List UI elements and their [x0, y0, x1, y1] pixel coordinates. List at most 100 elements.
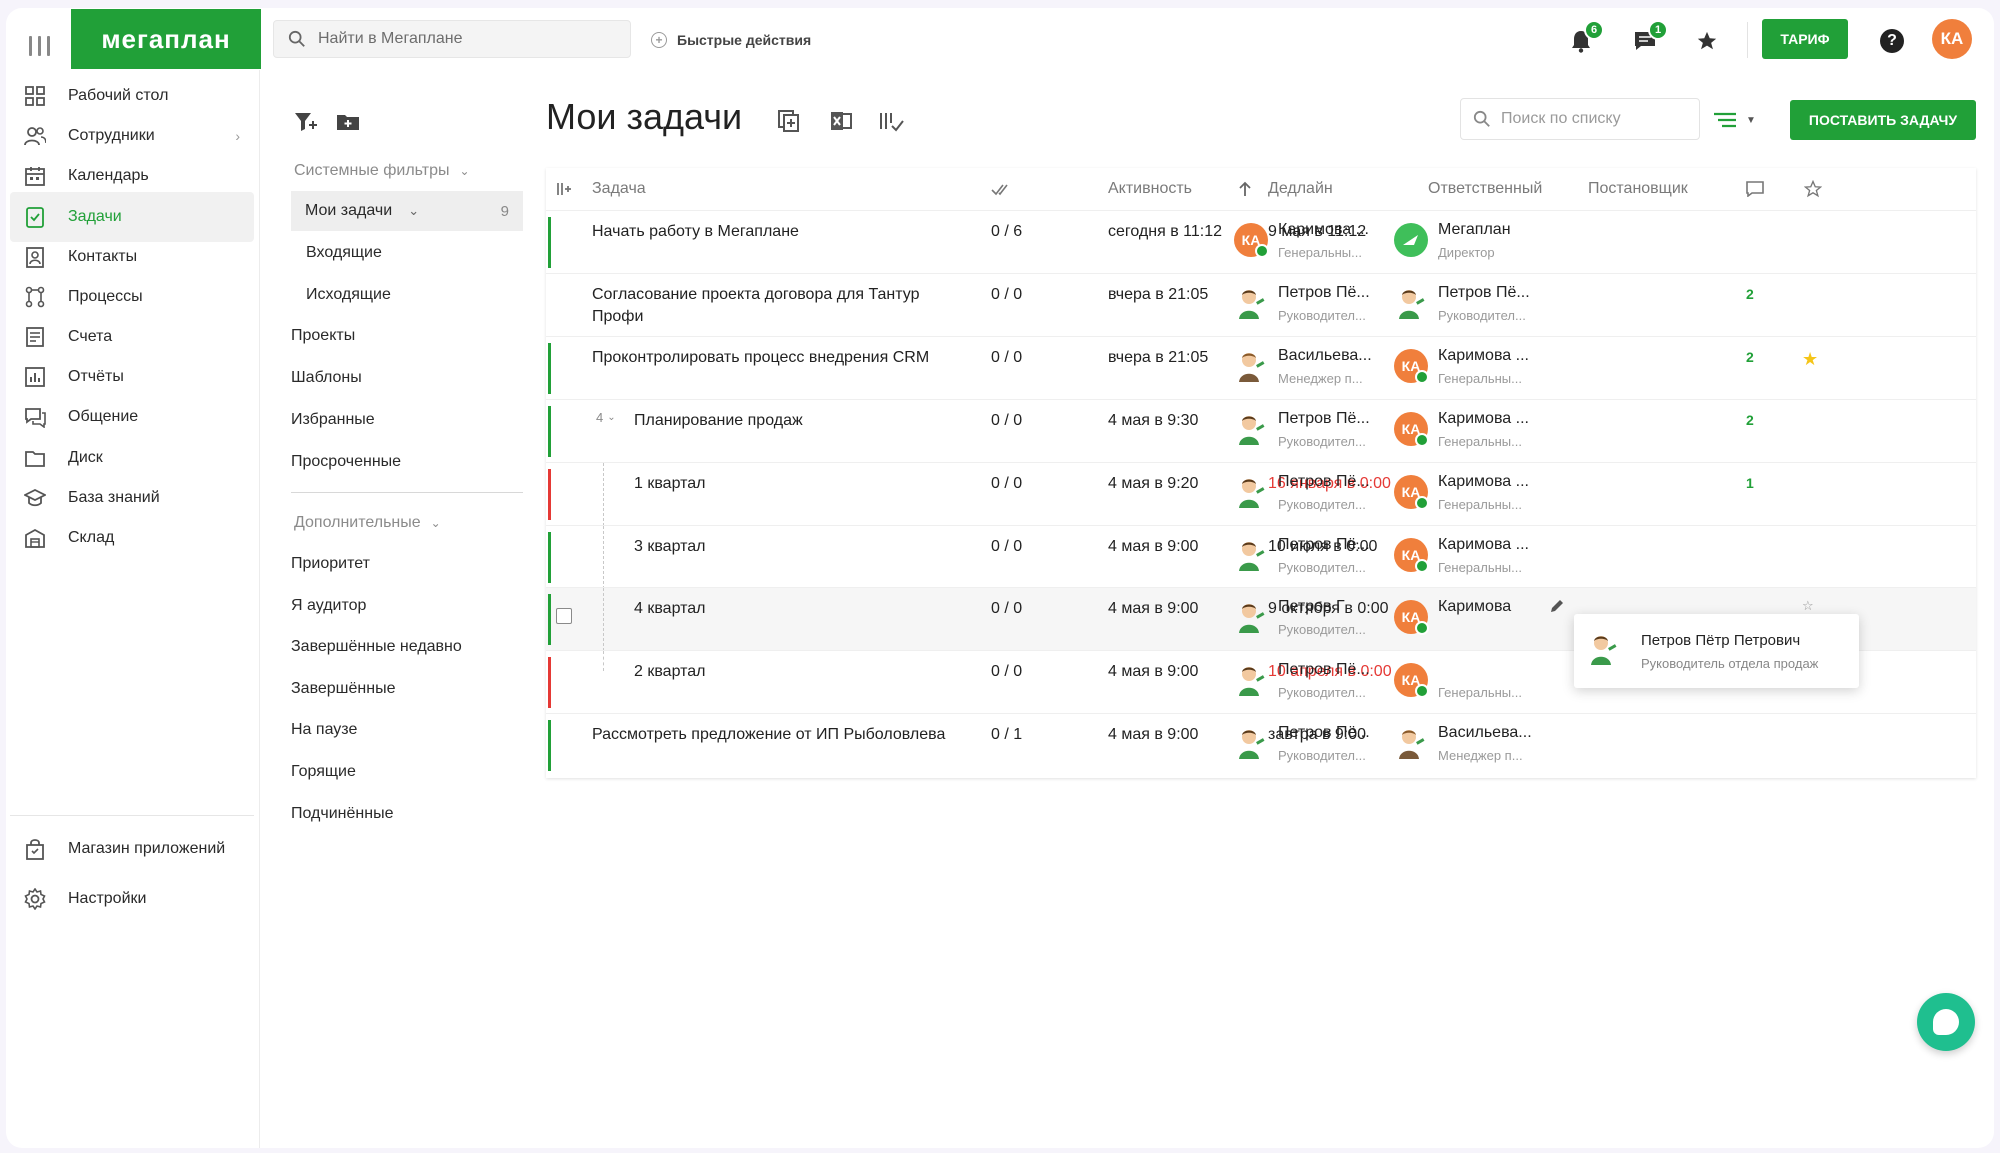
task-name[interactable]: 4 квартал — [634, 598, 1004, 620]
table-settings-button[interactable] — [556, 168, 572, 210]
table-row[interactable]: 4 ⌄ Планирование продаж 0 / 0 4 мая в 9:30 Пе… — [546, 398, 1976, 462]
help-icon[interactable]: ? — [1880, 29, 1904, 53]
person-avatar[interactable]: КА — [1394, 348, 1429, 384]
task-name[interactable]: 1 квартал — [634, 473, 1004, 495]
menu-toggle-icon[interactable] — [24, 28, 54, 64]
filter-extra-item[interactable]: Завершённые недавно — [291, 627, 523, 667]
person-avatar[interactable] — [1234, 286, 1268, 320]
column-header-author[interactable]: Постановщик — [1588, 168, 1688, 210]
filter-extra-item[interactable]: Подчинённые — [291, 794, 523, 834]
person-avatar[interactable] — [1234, 663, 1268, 697]
task-name[interactable]: Планирование продаж — [634, 410, 1004, 432]
author-person[interactable]: КА Каримова ... Генеральны... — [1394, 408, 1544, 454]
responsible-person[interactable]: Петров Пё... Руководител... — [1234, 534, 1384, 580]
filter-system-item[interactable]: Избранные — [291, 400, 523, 440]
person-avatar[interactable]: КА — [1394, 474, 1429, 510]
nav-settings[interactable]: Настройки — [10, 874, 254, 924]
author-person[interactable]: Васильева... Менеджер п... — [1394, 722, 1544, 768]
global-search-input[interactable] — [318, 30, 598, 48]
add-task-button[interactable]: ПОСТАВИТЬ ЗАДАЧУ — [1790, 100, 1976, 140]
person-avatar[interactable]: КА — [1394, 411, 1429, 447]
pencil-icon[interactable] — [1549, 598, 1565, 614]
author-person[interactable]: КА Каримова ... Генеральны... — [1394, 345, 1544, 391]
author-person[interactable]: КА Каримова ... Генеральны... — [1394, 471, 1544, 517]
filter-incoming[interactable]: Входящие — [291, 233, 523, 273]
notifications-button[interactable]: 6 — [1566, 20, 1604, 56]
person-avatar[interactable]: КА — [1394, 600, 1429, 636]
sort-arrow-up-icon[interactable] — [1238, 168, 1252, 210]
person-avatar[interactable] — [1234, 726, 1268, 760]
excel-export-button[interactable] — [828, 108, 854, 134]
filter-extra-item[interactable]: На паузе — [291, 710, 523, 750]
filter-extra-item[interactable]: Завершённые — [291, 669, 523, 709]
table-row[interactable]: 3 квартал 0 / 04 мая в 9:00 10 июля в 0:00… — [546, 524, 1976, 589]
filter-outgoing[interactable]: Исходящие — [291, 275, 523, 315]
filter-system-item[interactable]: Шаблоны — [291, 358, 523, 398]
favorites-button[interactable] — [1692, 26, 1722, 56]
responsible-person[interactable]: Петров Пё... Руководител... — [1234, 282, 1384, 328]
person-avatar[interactable]: КА — [1394, 663, 1429, 699]
column-header-favorite[interactable] — [1804, 168, 1822, 210]
subtask-count[interactable]: 4 ⌄ — [596, 410, 616, 425]
column-header-activity[interactable]: Активность — [1108, 168, 1192, 210]
table-row[interactable]: Рассмотреть предложение от ИП Рыболовлев… — [546, 713, 1976, 776]
row-checkbox[interactable] — [556, 608, 572, 625]
task-name[interactable]: Согласование проекта договора для Тантур… — [592, 284, 962, 328]
table-row[interactable]: Начать работу в Мегаплане 0 / 6 сегодня в … — [546, 210, 1976, 273]
system-filters-group[interactable]: Системные фильтры ⌄ — [294, 162, 470, 180]
filter-system-item[interactable]: Проекты — [291, 316, 523, 356]
view-mode-select[interactable]: ▼ — [1714, 106, 1768, 134]
messages-button[interactable]: 1 — [1630, 20, 1668, 56]
filter-extra-item[interactable]: Я аудитор — [291, 586, 523, 626]
person-avatar[interactable] — [1234, 475, 1268, 509]
user-avatar[interactable]: КА — [1932, 19, 1972, 59]
support-chat-button[interactable] — [1917, 993, 1975, 1051]
table-row[interactable]: 1 квартал 0 / 04 мая в 9:20 16 января в 0:… — [546, 461, 1976, 526]
responsible-person[interactable]: КА Каримова ... Генеральны... — [1234, 219, 1384, 265]
person-avatar[interactable]: КА — [1394, 537, 1429, 573]
responsible-person[interactable]: Петров Пё... Руководител... — [1234, 659, 1384, 705]
column-header-checklist[interactable] — [991, 168, 1011, 210]
person-avatar[interactable] — [1234, 538, 1268, 572]
task-name[interactable]: Проконтролировать процесс внедрения CRM — [592, 347, 962, 369]
folder-add-button[interactable] — [334, 108, 362, 136]
author-person[interactable]: Мегаплан Директор — [1394, 219, 1544, 265]
comments-count[interactable]: 2 — [1746, 412, 1754, 428]
favorite-star-outline-icon[interactable]: ☆ — [1802, 598, 1814, 614]
logo[interactable]: мегаплан — [71, 9, 261, 69]
person-avatar[interactable]: КА — [1234, 223, 1269, 258]
quick-actions-button[interactable]: + Быстрые действия — [651, 26, 811, 54]
person-avatar[interactable] — [1394, 286, 1428, 320]
comments-count[interactable]: 1 — [1746, 475, 1754, 491]
person-avatar[interactable] — [1394, 726, 1428, 760]
person-avatar[interactable] — [1234, 412, 1268, 446]
responsible-person[interactable]: Петров Пё... Руководител... — [1234, 722, 1384, 768]
megaplan-avatar[interactable] — [1394, 223, 1428, 257]
task-name[interactable]: 2 квартал — [634, 661, 1004, 683]
column-header-task[interactable]: Задача — [592, 168, 646, 210]
filter-extra-item[interactable]: Горящие — [291, 752, 523, 792]
table-row[interactable]: Проконтролировать процесс внедрения CRM 0… — [546, 335, 1976, 399]
column-header-comments[interactable] — [1746, 168, 1764, 210]
filter-extra-item[interactable]: Приоритет — [291, 544, 523, 584]
list-search[interactable] — [1460, 98, 1700, 140]
author-person[interactable]: Петров Пё... Руководител... — [1394, 282, 1544, 328]
nav-item-12[interactable]: Склад — [10, 513, 254, 563]
task-name[interactable]: Рассмотреть предложение от ИП Рыболовлев… — [592, 724, 962, 746]
person-avatar[interactable] — [1234, 600, 1268, 634]
favorite-star-icon[interactable]: ★ — [1802, 349, 1818, 370]
responsible-person[interactable]: Васильева... Менеджер п... — [1234, 345, 1384, 391]
comments-count[interactable]: 2 — [1746, 349, 1754, 365]
author-person[interactable]: КА Каримова — [1394, 596, 1544, 642]
task-name[interactable]: Начать работу в Мегаплане — [592, 221, 962, 243]
table-row[interactable]: Согласование проекта договора для Тантур… — [546, 272, 1976, 336]
copy-button[interactable] — [776, 108, 802, 134]
filter-my-tasks[interactable]: Мои задачи ⌄ 9 — [291, 191, 523, 231]
tarif-button[interactable]: ТАРИФ — [1762, 19, 1848, 59]
comments-count[interactable]: 2 — [1746, 286, 1754, 302]
task-name[interactable]: 3 квартал — [634, 536, 1004, 558]
responsible-person[interactable]: Петров Г Руководител... — [1234, 596, 1384, 642]
author-person[interactable]: КА Каримова ... Генеральны... — [1394, 534, 1544, 580]
column-header-deadline[interactable]: Дедлайн — [1268, 168, 1333, 210]
global-search[interactable] — [273, 20, 631, 58]
